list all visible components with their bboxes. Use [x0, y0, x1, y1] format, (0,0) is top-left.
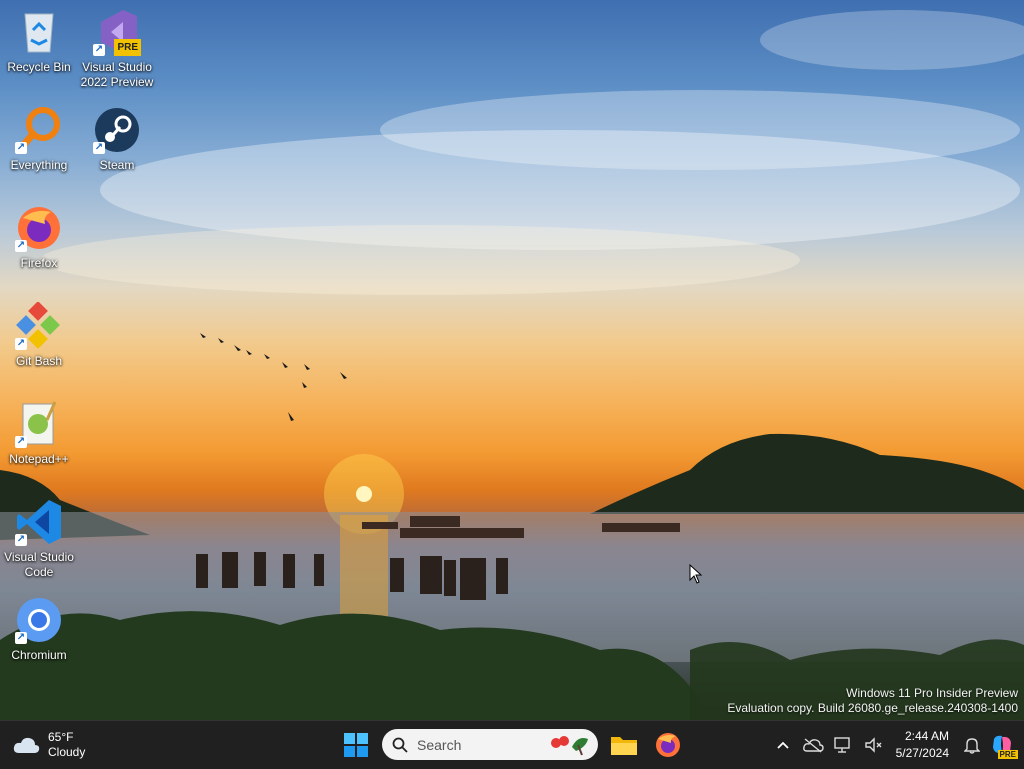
- desktop-icon-notepad-plus-plus[interactable]: ↗ Notepad++: [1, 400, 77, 467]
- desktop-icon-steam[interactable]: ↗ Steam: [79, 106, 155, 173]
- show-hidden-icons-chevron-icon[interactable]: [771, 733, 795, 757]
- desktop-icon-label: Visual Studio 2022 Preview: [80, 60, 154, 89]
- desktop-icon-vscode[interactable]: ↗ Visual Studio Code: [1, 498, 77, 580]
- git-bash-icon: ↗: [15, 301, 63, 350]
- volume-muted-icon[interactable]: [861, 733, 885, 757]
- taskbar: 65°F Cloudy Search 2:44 AM 5/27/2024 PRE: [0, 720, 1024, 769]
- desktop-icon-label: Recycle Bin: [7, 60, 71, 74]
- shortcut-arrow-icon: ↗: [93, 142, 105, 154]
- firefox-icon: ↗: [15, 204, 63, 252]
- shortcut-arrow-icon: ↗: [15, 534, 27, 546]
- network-icon[interactable]: [831, 733, 855, 757]
- clock-time: 2:44 AM: [904, 729, 949, 743]
- taskbar-file-explorer[interactable]: [609, 721, 639, 769]
- recycle-bin-icon: [15, 8, 63, 56]
- shortcut-arrow-icon: ↗: [15, 436, 27, 448]
- shortcut-arrow-icon: ↗: [93, 44, 105, 56]
- visual-studio-icon: PRE ↗: [93, 8, 141, 56]
- notepad-plus-plus-icon: ↗: [15, 400, 63, 448]
- desktop-icon-label: Steam: [99, 158, 135, 172]
- desktop-icon-everything[interactable]: ↗ Everything: [1, 106, 77, 173]
- taskbar-search-box[interactable]: Search: [382, 729, 598, 760]
- desktop-icon-visual-studio[interactable]: PRE ↗ Visual Studio 2022 Preview: [79, 8, 155, 90]
- search-placeholder: Search: [417, 736, 462, 753]
- insider-watermark: Windows 11 Pro Insider Preview Evaluatio…: [727, 686, 1018, 716]
- desktop-icon-label: Visual Studio Code: [4, 550, 74, 579]
- weather-widget[interactable]: 65°F Cloudy: [12, 721, 85, 769]
- chromium-icon: ↗: [15, 596, 63, 644]
- watermark-line1: Windows 11 Pro Insider Preview: [846, 686, 1018, 700]
- desktop-icon-label: Everything: [10, 158, 68, 172]
- folder-icon: [611, 737, 637, 755]
- shortcut-arrow-icon: ↗: [15, 632, 27, 644]
- start-button[interactable]: [340, 721, 372, 769]
- clock-date: 5/27/2024: [895, 746, 949, 760]
- copilot-icon[interactable]: PRE: [990, 733, 1018, 759]
- desktop-icon-git-bash[interactable]: ↗ Git Bash: [1, 301, 77, 369]
- copilot-preview-badge: PRE: [997, 750, 1018, 759]
- notification-bell-icon[interactable]: [960, 733, 984, 757]
- desktop-icon-label: Notepad++: [9, 452, 69, 466]
- desktop-icon-label: Chromium: [11, 648, 67, 662]
- windows-logo-icon: [344, 733, 368, 757]
- firefox-icon: [656, 733, 680, 757]
- desktop-icon-label: Firefox: [20, 256, 58, 270]
- desktop-icon-chromium[interactable]: ↗ Chromium: [1, 596, 77, 663]
- weather-temperature: 65°F: [48, 730, 74, 744]
- mouse-cursor-icon: [689, 564, 703, 584]
- cloud-icon: [13, 737, 40, 753]
- taskbar-clock[interactable]: 2:44 AM 5/27/2024: [896, 728, 949, 762]
- everything-search-icon: ↗: [15, 106, 63, 154]
- preview-badge: PRE: [114, 39, 141, 56]
- taskbar-firefox[interactable]: [654, 721, 682, 769]
- shortcut-arrow-icon: ↗: [15, 142, 27, 154]
- steam-icon: ↗: [93, 106, 141, 154]
- onedrive-offline-icon[interactable]: [801, 733, 825, 757]
- desktop-icon-label: Git Bash: [15, 354, 63, 368]
- search-highlight-icon: [551, 735, 588, 755]
- desktop-icon-firefox[interactable]: ↗ Firefox: [1, 204, 77, 271]
- desktop-icon-recycle-bin[interactable]: Recycle Bin: [1, 8, 77, 75]
- shortcut-arrow-icon: ↗: [15, 240, 27, 252]
- vscode-icon: ↗: [15, 498, 63, 546]
- watermark-line2: Evaluation copy. Build 26080.ge_release.…: [727, 701, 1018, 715]
- shortcut-arrow-icon: ↗: [15, 338, 27, 350]
- weather-condition: Cloudy: [48, 745, 86, 759]
- system-tray: 2:44 AM 5/27/2024 PRE: [768, 721, 1024, 769]
- search-icon: [392, 737, 408, 753]
